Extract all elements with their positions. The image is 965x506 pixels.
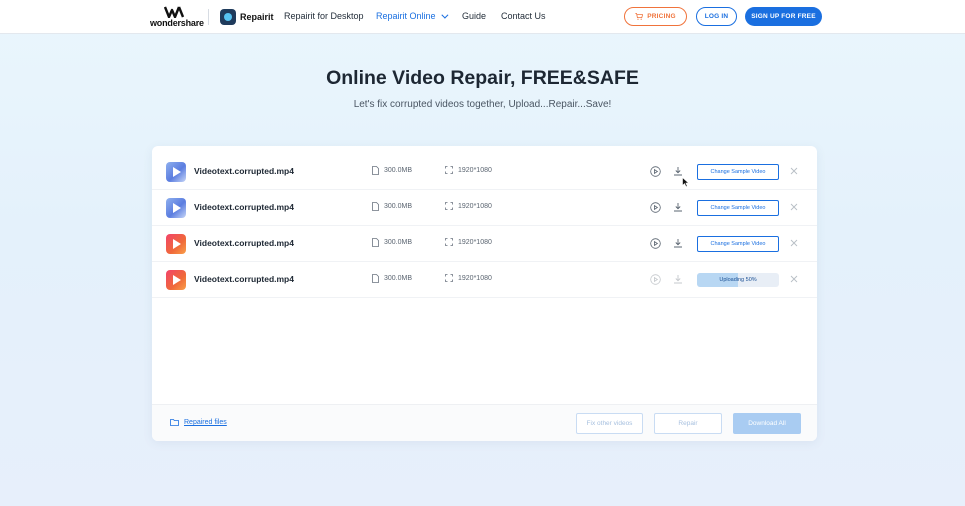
file-size: 300.0MB	[372, 202, 412, 211]
product-name: Repairit	[240, 12, 274, 22]
card-footer: Repaired files Fix other videos Repair D…	[152, 404, 817, 441]
upload-progress-bar: Uploading 50%	[697, 273, 779, 287]
preview-play-button[interactable]	[649, 201, 661, 213]
expand-icon	[445, 238, 453, 246]
pricing-button[interactable]: PRICING	[624, 7, 687, 26]
file-size: 300.0MB	[372, 166, 412, 175]
file-name: Videotext.corrupted.mp4	[194, 238, 294, 248]
file-resolution: 1920*1080	[445, 238, 492, 246]
cart-icon	[635, 13, 644, 20]
change-sample-video-button[interactable]: Change Sample Video	[697, 164, 779, 180]
download-all-button[interactable]: Download All	[733, 413, 801, 434]
play-icon	[173, 167, 181, 177]
fix-other-videos-button[interactable]: Fix other videos	[576, 413, 643, 434]
change-sample-video-button[interactable]: Change Sample Video	[697, 236, 779, 252]
mouse-cursor-icon	[682, 177, 690, 188]
signup-button[interactable]: SIGN UP FOR FREE	[745, 7, 822, 26]
close-icon[interactable]	[789, 166, 799, 176]
download-button[interactable]	[672, 273, 684, 285]
repaired-files-link[interactable]: Repaired files	[170, 419, 227, 426]
play-icon	[173, 239, 181, 249]
video-row: Videotext.corrupted.mp4 300.0MB 1920*108…	[152, 262, 817, 298]
play-circle-icon	[649, 201, 661, 213]
video-thumbnail	[166, 234, 186, 254]
video-row: Videotext.corrupted.mp4 300.0MB 1920*108…	[152, 154, 817, 190]
file-resolution: 1920*1080	[445, 274, 492, 282]
file-size-value: 300.0MB	[384, 203, 413, 210]
file-name: Videotext.corrupted.mp4	[194, 202, 294, 212]
file-size-value: 300.0MB	[384, 167, 413, 174]
play-circle-icon	[649, 273, 661, 285]
preview-play-button[interactable]	[649, 273, 661, 285]
expand-icon	[445, 274, 453, 282]
file-resolution-value: 1920*1080	[458, 274, 492, 282]
video-thumbnail	[166, 270, 186, 290]
file-size-value: 300.0MB	[384, 275, 413, 282]
nav-link-guide[interactable]: Guide	[462, 11, 486, 21]
expand-icon	[445, 202, 453, 210]
file-name: Videotext.corrupted.mp4	[194, 166, 294, 176]
top-navbar: wondershare Repairit Repairit for Deskto…	[0, 0, 965, 34]
file-name: Videotext.corrupted.mp4	[194, 274, 294, 284]
pricing-label: PRICING	[647, 13, 676, 20]
chevron-down-icon	[440, 11, 448, 19]
folder-icon	[170, 419, 179, 426]
download-icon	[674, 203, 682, 212]
nav-divider	[208, 9, 209, 25]
repair-button[interactable]: Repair	[654, 413, 722, 434]
file-resolution-value: 1920*1080	[458, 166, 492, 174]
preview-play-button[interactable]	[649, 237, 661, 249]
file-size: 300.0MB	[372, 274, 412, 283]
upload-progress-label: Uploading 50%	[719, 277, 757, 283]
play-icon	[173, 203, 181, 213]
download-button[interactable]	[672, 165, 684, 177]
repairit-product-link[interactable]: Repairit	[220, 8, 274, 26]
wondershare-logo-icon	[164, 6, 185, 18]
play-circle-icon	[649, 165, 661, 177]
video-thumbnail	[166, 198, 186, 218]
repaired-files-label: Repaired files	[184, 419, 227, 426]
file-icon	[372, 274, 379, 283]
video-list-card: Videotext.corrupted.mp4 300.0MB 1920*108…	[152, 146, 817, 441]
download-icon	[674, 275, 682, 284]
file-resolution: 1920*1080	[445, 166, 492, 174]
page-subtitle: Let's fix corrupted videos together, Upl…	[353, 99, 612, 110]
play-circle-icon	[649, 237, 661, 249]
file-size: 300.0MB	[372, 238, 412, 247]
nav-link-repairit-online[interactable]: Repairit Online	[376, 11, 448, 21]
download-button[interactable]	[672, 201, 684, 213]
close-icon[interactable]	[789, 238, 799, 248]
change-sample-video-button[interactable]: Change Sample Video	[697, 200, 779, 216]
play-icon	[173, 275, 181, 285]
expand-icon	[445, 166, 453, 174]
wondershare-logo[interactable]: wondershare	[150, 6, 204, 28]
close-icon[interactable]	[789, 202, 799, 212]
file-resolution: 1920*1080	[445, 202, 492, 210]
preview-play-button[interactable]	[649, 165, 661, 177]
download-icon	[674, 239, 682, 248]
file-icon	[372, 238, 379, 247]
close-icon[interactable]	[789, 274, 799, 284]
repairit-logo-icon	[220, 9, 236, 25]
login-button[interactable]: LOG IN	[696, 7, 737, 26]
file-size-value: 300.0MB	[384, 239, 413, 246]
download-button[interactable]	[672, 237, 684, 249]
file-icon	[372, 166, 379, 175]
nav-link-repairit-online-label: Repairit Online	[376, 11, 436, 21]
page-title: Online Video Repair, FREE&SAFE	[326, 67, 639, 89]
nav-link-contact-us[interactable]: Contact Us	[501, 11, 546, 21]
video-row: Videotext.corrupted.mp4 300.0MB 1920*108…	[152, 190, 817, 226]
file-resolution-value: 1920*1080	[458, 238, 492, 246]
download-icon	[674, 167, 682, 176]
file-resolution-value: 1920*1080	[458, 202, 492, 210]
video-row: Videotext.corrupted.mp4 300.0MB 1920*108…	[152, 226, 817, 262]
nav-link-repairit-desktop[interactable]: Repairit for Desktop	[284, 11, 364, 21]
file-icon	[372, 202, 379, 211]
video-thumbnail	[166, 162, 186, 182]
brand-name: wondershare	[150, 18, 204, 28]
